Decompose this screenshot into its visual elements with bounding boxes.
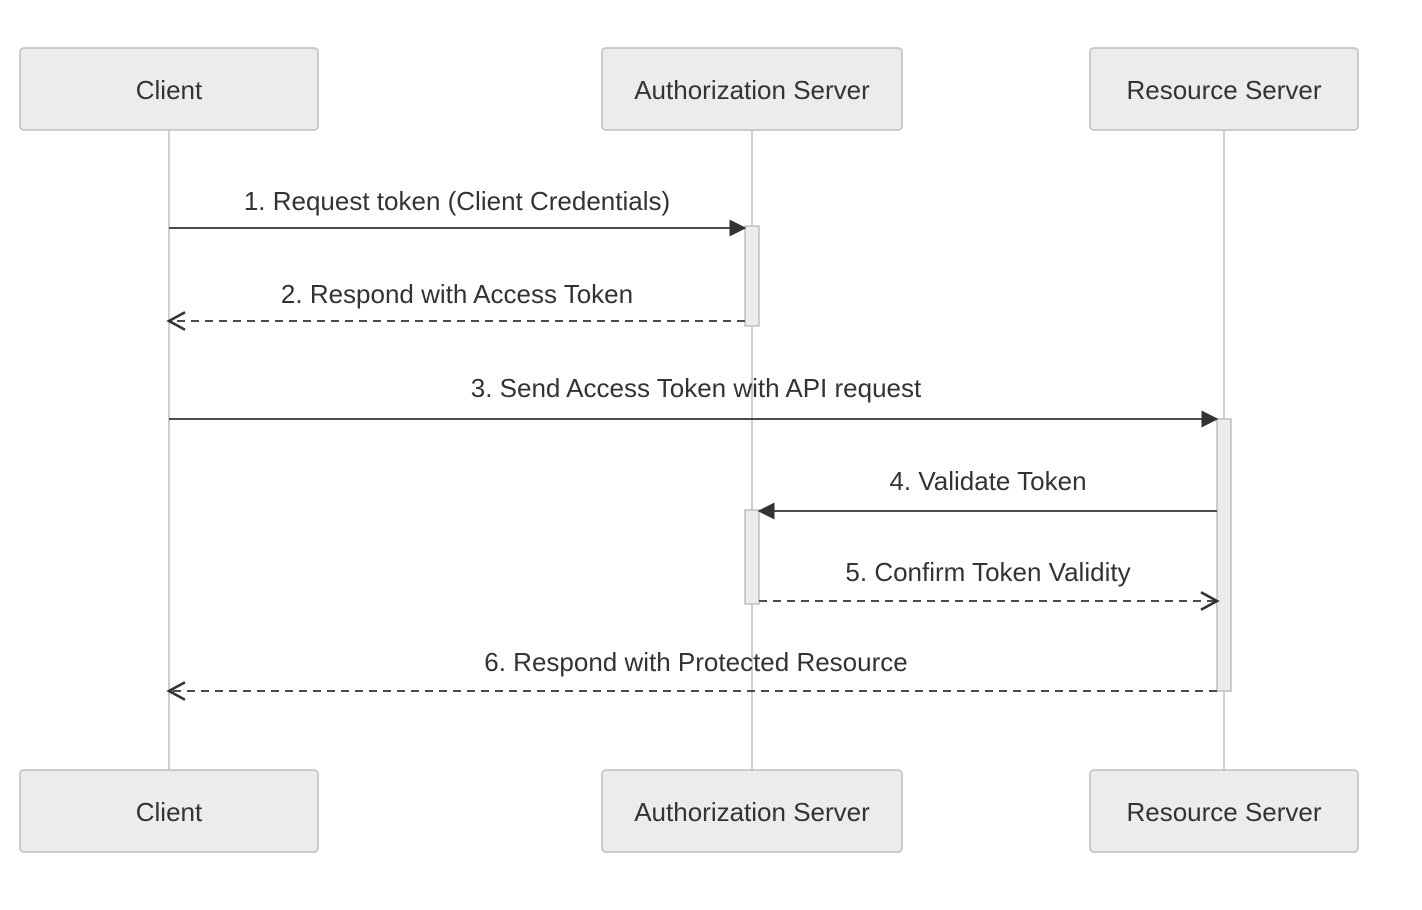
actor-resource-bottom: Resource Server <box>1090 770 1358 852</box>
actor-resource-label-bottom: Resource Server <box>1126 797 1321 827</box>
activation-auth-2 <box>745 510 759 604</box>
actor-auth-label-bottom: Authorization Server <box>634 797 870 827</box>
actor-auth-bottom: Authorization Server <box>602 770 902 852</box>
message-6-label: 6. Respond with Protected Resource <box>484 647 907 677</box>
sequence-diagram: Client Authorization Server Resource Ser… <box>0 0 1422 910</box>
actor-client-bottom: Client <box>20 770 318 852</box>
activation-auth-1 <box>745 226 759 326</box>
activation-resource <box>1217 419 1231 691</box>
actor-auth-label: Authorization Server <box>634 75 870 105</box>
message-4-label: 4. Validate Token <box>889 466 1086 496</box>
message-5-label: 5. Confirm Token Validity <box>845 557 1130 587</box>
message-3-label: 3. Send Access Token with API request <box>471 373 922 403</box>
actor-client-label: Client <box>136 75 203 105</box>
actor-client-label-bottom: Client <box>136 797 203 827</box>
actor-client-top: Client <box>20 48 318 130</box>
message-1-label: 1. Request token (Client Credentials) <box>244 186 670 216</box>
actor-auth-top: Authorization Server <box>602 48 902 130</box>
actor-resource-top: Resource Server <box>1090 48 1358 130</box>
message-2-label: 2. Respond with Access Token <box>281 279 633 309</box>
actor-resource-label: Resource Server <box>1126 75 1321 105</box>
